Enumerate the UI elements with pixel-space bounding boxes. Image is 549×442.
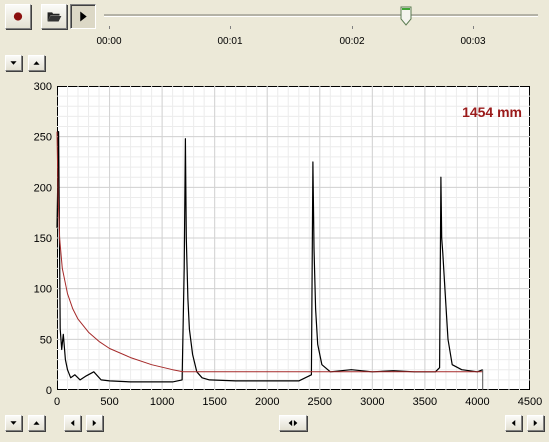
- distance-reading: 1454 mm: [462, 104, 522, 120]
- arrow-left-icon: [70, 419, 75, 427]
- y-tick-label: 50: [40, 334, 52, 346]
- y-tick-label: 300: [34, 81, 52, 93]
- series-group: [56, 131, 484, 390]
- y-tick-label: 250: [34, 132, 52, 144]
- scroll-right-button[interactable]: [86, 415, 103, 431]
- grid-lines: [57, 86, 530, 390]
- pan-horizontal-icon: [288, 419, 298, 427]
- x-tick-label: 4000: [465, 396, 489, 408]
- y-tick-label: 100: [34, 284, 52, 296]
- scroll-left-button[interactable]: [64, 415, 81, 431]
- y-tick-label: 200: [34, 182, 52, 194]
- x-tick-label: 3000: [360, 396, 384, 408]
- arrow-left-icon: [511, 419, 516, 427]
- arrow-up-icon: [33, 421, 40, 425]
- x-scale-down-button[interactable]: [5, 415, 22, 431]
- x-axis: 0 500 1000 1500 2000 2500 3000 3500 4000 4500: [54, 396, 542, 408]
- x-tick-label: 500: [100, 396, 118, 408]
- x-tick-label: 4500: [518, 396, 542, 408]
- series-line-1: [56, 131, 483, 373]
- y-tick-label: 0: [46, 385, 52, 397]
- x-tick-label: 3500: [413, 396, 437, 408]
- arrow-down-icon: [10, 421, 17, 425]
- distance-chart: 0 50 100 150 200 250 300 0 500 1000 1500 2000 2500 3…: [34, 81, 543, 408]
- arrow-right-icon: [533, 419, 538, 427]
- series-line-0: [56, 131, 483, 383]
- x-tick-label: 2000: [255, 396, 279, 408]
- x-scale-up-button[interactable]: [28, 415, 45, 431]
- x-tick-label: 2500: [308, 396, 332, 408]
- x-tick-label: 1500: [202, 396, 226, 408]
- arrow-right-icon: [92, 419, 97, 427]
- x-tick-label: 0: [54, 396, 60, 408]
- end-scroll-left-button[interactable]: [505, 415, 522, 431]
- y-axis: 0 50 100 150 200 250 300: [34, 81, 52, 397]
- x-tick-label: 1000: [150, 396, 174, 408]
- end-scroll-right-button[interactable]: [527, 415, 544, 431]
- pan-button[interactable]: [279, 415, 307, 431]
- y-tick-label: 150: [34, 233, 52, 245]
